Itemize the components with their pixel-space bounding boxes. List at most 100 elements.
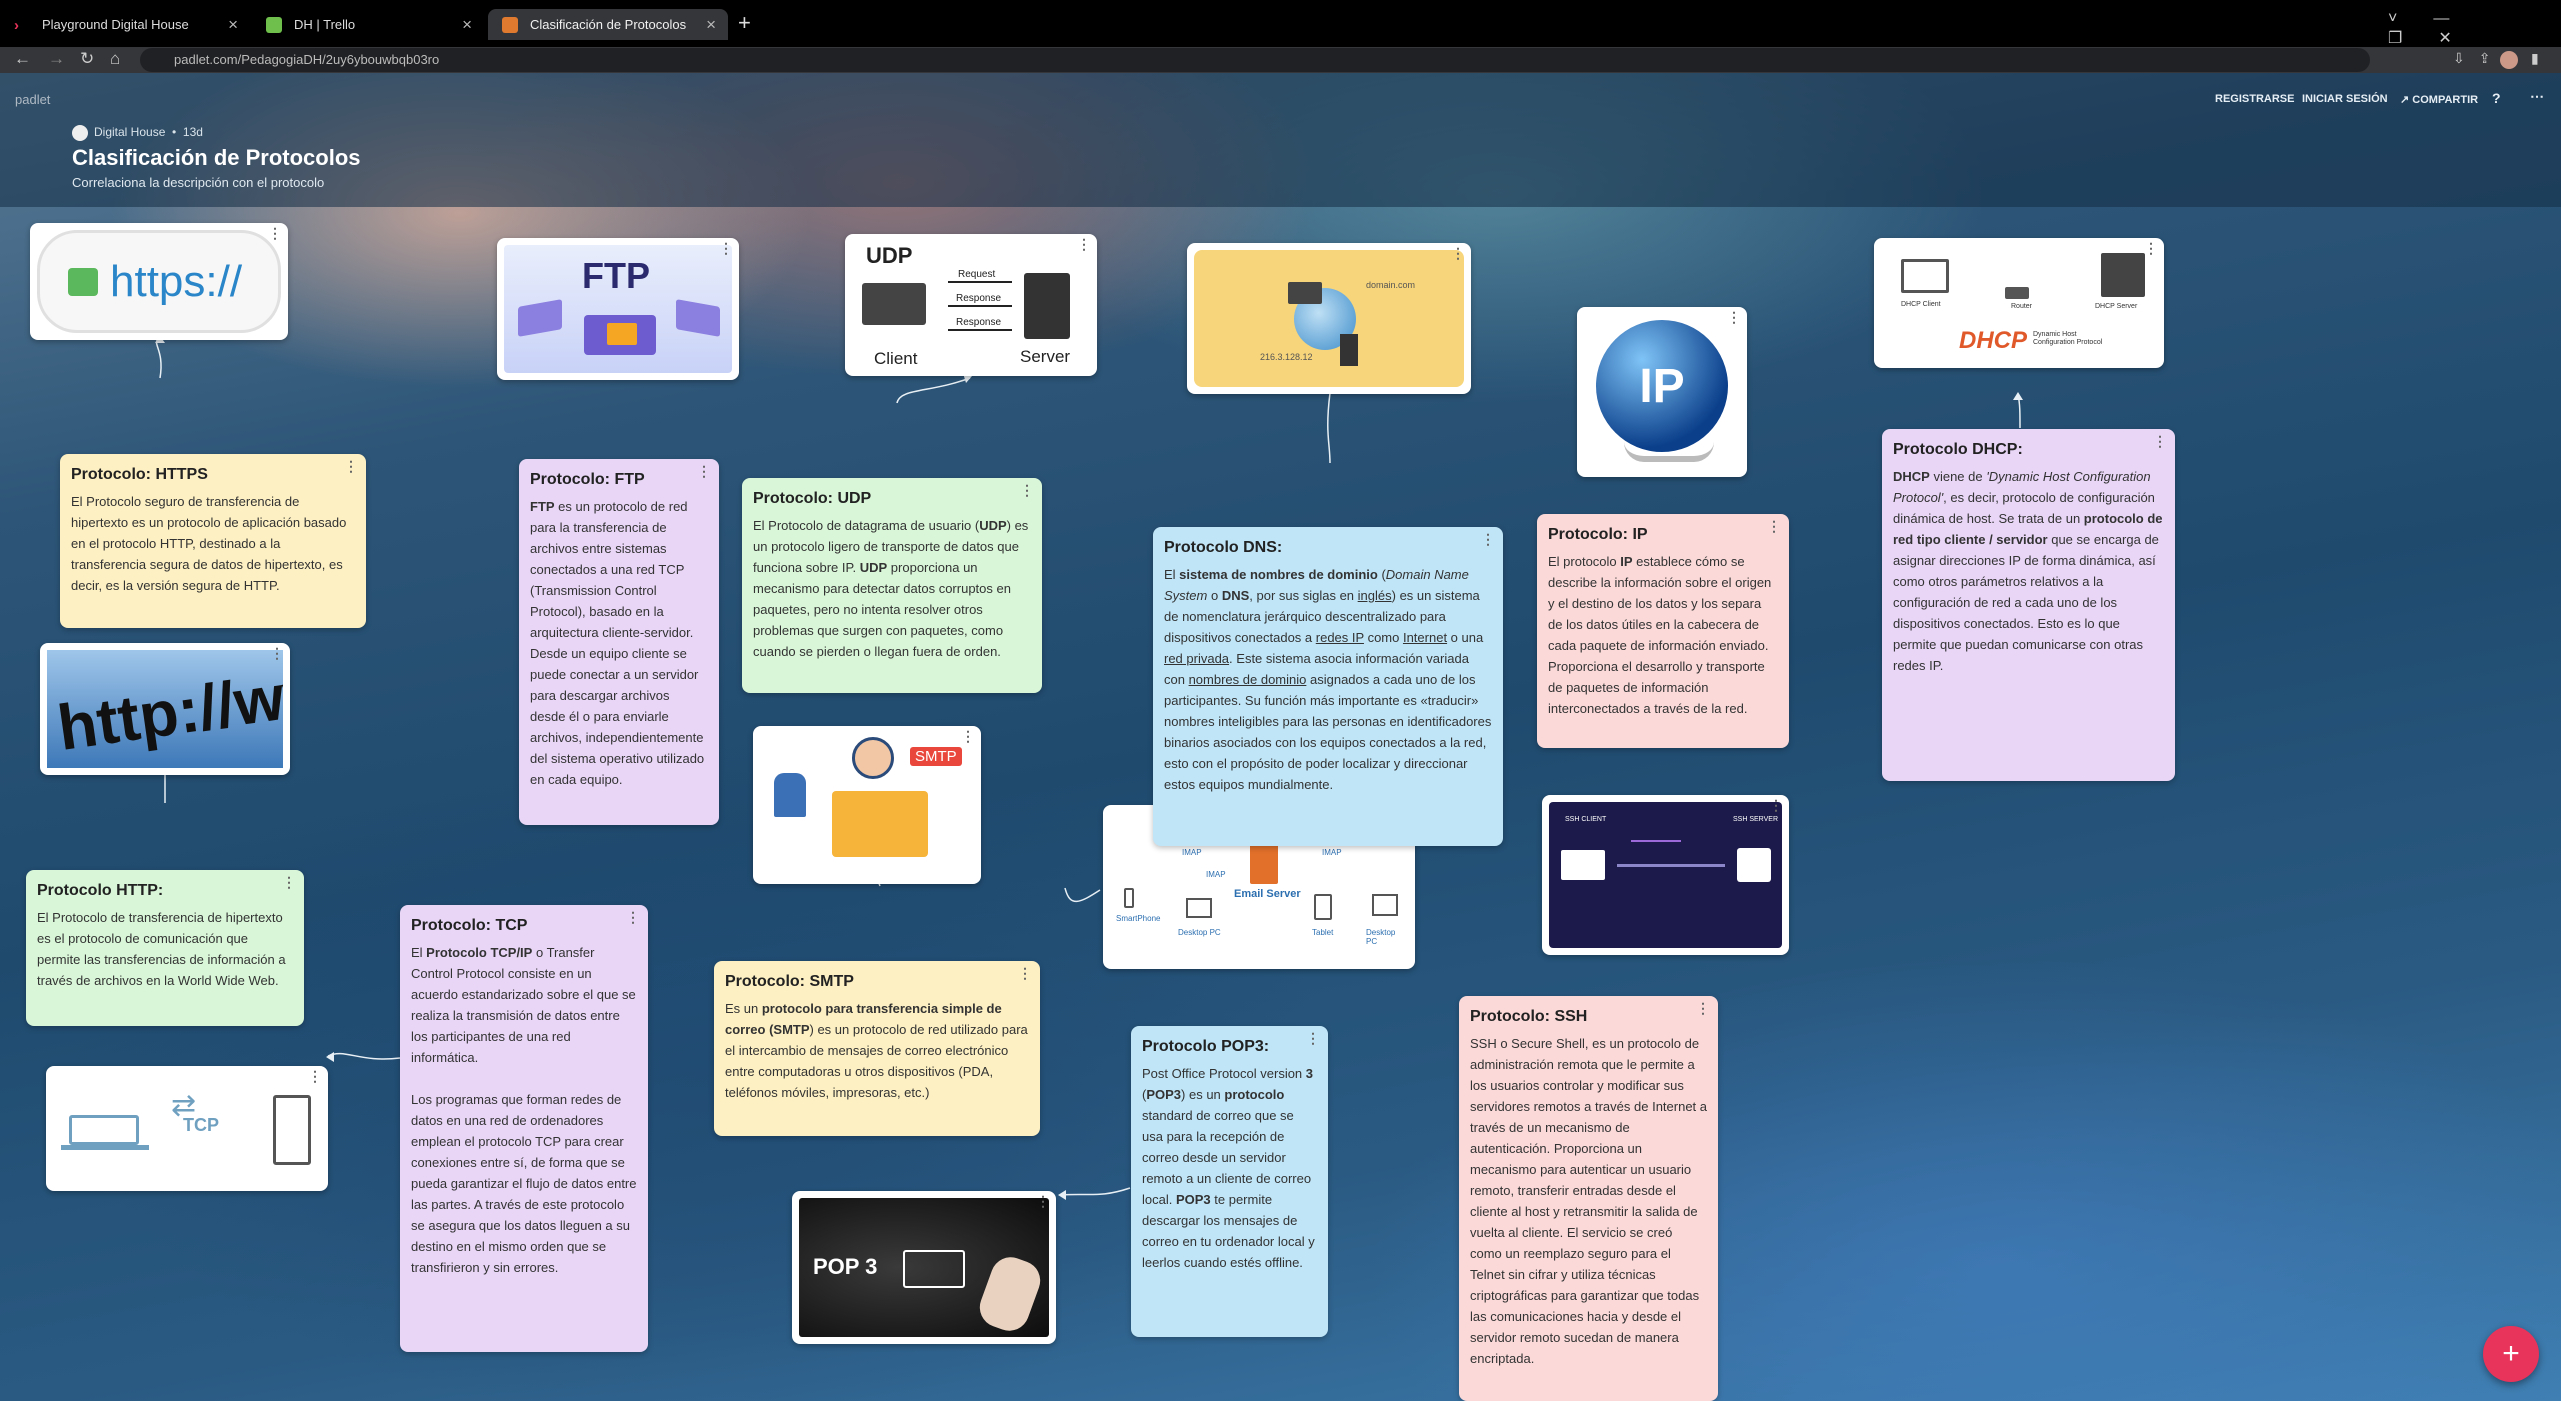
link-red-privada[interactable]: red privada: [1164, 651, 1229, 666]
dhcp-image-card[interactable]: DHCP Client Router DHCP Server DHCP Dyna…: [1874, 238, 2164, 368]
tcp-image: TCP ⇄: [53, 1073, 321, 1184]
arrow-icon: [948, 329, 1012, 331]
pop3-image: POP 3: [799, 1198, 1049, 1337]
card-menu-icon[interactable]: ⋮: [1769, 798, 1783, 812]
card-menu-icon[interactable]: ⋮: [1481, 532, 1495, 546]
card-menu-icon[interactable]: ⋮: [961, 729, 975, 743]
close-icon[interactable]: ×: [706, 15, 716, 35]
card-menu-icon[interactable]: ⋮: [268, 226, 282, 240]
card-menu-icon[interactable]: ⋮: [1018, 966, 1032, 980]
ftp-image-card[interactable]: FTP ⋮: [497, 238, 739, 380]
card-body: El Protocolo TCP/IP o Transfer Control P…: [411, 945, 637, 1275]
card-ip[interactable]: ⋮ Protocolo: IP El protocolo IP establec…: [1537, 514, 1789, 748]
dns-image: domain.com 216.3.128.12: [1194, 250, 1464, 387]
card-dhcp[interactable]: ⋮ Protocolo DHCP: DHCP viene de 'Dynamic…: [1882, 429, 2175, 781]
card-menu-icon[interactable]: ⋮: [344, 459, 358, 473]
card-body: SSH o Secure Shell, es un protocolo de a…: [1470, 1036, 1708, 1366]
connector-udp: [896, 377, 971, 404]
card-udp[interactable]: ⋮ Protocolo: UDP El Protocolo de datagra…: [742, 478, 1042, 693]
card-smtp[interactable]: ⋮ Protocolo: SMTP Es un protocolo para t…: [714, 961, 1040, 1136]
card-http[interactable]: ⋮ Protocolo HTTP: El Protocolo de transf…: [26, 870, 304, 1026]
laptop-icon: [1288, 282, 1322, 304]
ip-image-card[interactable]: IP ⋮: [1577, 307, 1747, 477]
card-menu-icon[interactable]: ⋮: [2153, 434, 2167, 448]
card-menu-icon[interactable]: ⋮: [1020, 483, 1034, 497]
tab-playground[interactable]: › Playground Digital House ×: [0, 9, 250, 40]
hand-icon: [974, 1251, 1046, 1337]
card-menu-icon[interactable]: ⋮: [308, 1069, 322, 1083]
tab-clasificacion[interactable]: Clasificación de Protocolos ×: [488, 9, 728, 40]
avatar[interactable]: [2500, 51, 2518, 69]
add-post-button[interactable]: +: [2483, 1326, 2539, 1382]
reload-icon[interactable]: ↻: [80, 49, 94, 69]
back-icon[interactable]: ←: [14, 49, 31, 69]
card-title: Protocolo: UDP: [753, 490, 872, 507]
card-menu-icon[interactable]: ⋮: [1451, 246, 1465, 260]
card-menu-icon[interactable]: ⋮: [2144, 241, 2158, 255]
card-menu-icon[interactable]: ⋮: [1306, 1031, 1320, 1045]
card-menu-icon[interactable]: ⋮: [626, 910, 640, 924]
card-menu-icon[interactable]: ⋮: [270, 646, 284, 660]
card-body: DHCP viene de 'Dynamic Host Configuratio…: [1893, 469, 2163, 673]
router-icon: [2005, 287, 2029, 299]
server-icon: [273, 1095, 311, 1165]
card-menu-icon[interactable]: ⋮: [1036, 1194, 1050, 1208]
home-icon[interactable]: ⌂: [110, 49, 120, 69]
udp-image-card[interactable]: UDP Request Response Response Client Ser…: [845, 234, 1097, 376]
card-body: El sistema de nombres de dominio (Domain…: [1164, 567, 1492, 792]
tcp-image-card[interactable]: TCP ⇄ ⋮: [46, 1066, 328, 1191]
card-title: Protocolo POP3:: [1142, 1038, 1270, 1055]
card-tcp[interactable]: ⋮ Protocolo: TCP El Protocolo TCP/IP o T…: [400, 905, 648, 1352]
connector-email: [1064, 887, 1101, 903]
card-menu-icon[interactable]: ⋮: [1767, 519, 1781, 533]
card-title: Protocolo: SSH: [1470, 1008, 1588, 1025]
new-tab-button[interactable]: +: [738, 10, 751, 36]
desktop-icon: [1372, 894, 1398, 916]
forward-icon[interactable]: →: [48, 49, 65, 69]
smtp-image-card[interactable]: SMTP ⋮: [753, 726, 981, 884]
link-redes-ip[interactable]: redes IP: [1316, 630, 1364, 645]
card-title: Protocolo: IP: [1548, 526, 1648, 543]
card-menu-icon[interactable]: ⋮: [1696, 1001, 1710, 1015]
ftp-image: FTP: [504, 245, 732, 373]
link-nombres-dominio[interactable]: nombres de dominio: [1189, 672, 1307, 687]
card-menu-icon[interactable]: ⋮: [719, 241, 733, 255]
desktop-icon: [1901, 259, 1949, 293]
http-image-card[interactable]: http://ww ⋮: [40, 643, 290, 775]
dns-image-card[interactable]: domain.com 216.3.128.12 ⋮: [1187, 243, 1471, 394]
lock-icon: [68, 267, 98, 296]
ip-image: IP: [1584, 314, 1740, 470]
window-controls[interactable]: ˅—❐✕: [2388, 10, 2561, 48]
close-icon[interactable]: ×: [462, 15, 472, 35]
close-icon[interactable]: ×: [228, 15, 238, 35]
connector-tcp: [327, 1052, 401, 1060]
card-dns[interactable]: ⋮ Protocolo DNS: El sistema de nombres d…: [1153, 527, 1503, 846]
tab-trello[interactable]: DH | Trello ×: [252, 9, 484, 40]
card-body: Es un protocolo para transferencia simpl…: [725, 1001, 1028, 1100]
pop3-image-card[interactable]: POP 3 ⋮: [792, 1191, 1056, 1344]
card-pop3[interactable]: ⋮ Protocolo POP3: Post Office Protocol v…: [1131, 1026, 1328, 1337]
https-image-card[interactable]: https:// ⋮: [30, 223, 288, 340]
card-menu-icon[interactable]: ⋮: [282, 875, 296, 889]
card-body: El Protocolo de transferencia de hiperte…: [37, 910, 286, 988]
card-body: El Protocolo seguro de transferencia de …: [71, 494, 347, 593]
server-icon: [1340, 334, 1358, 366]
https-image: https://: [37, 230, 281, 333]
connector-https: [155, 337, 162, 379]
card-ftp[interactable]: ⋮ Protocolo: FTP FTP es un protocolo de …: [519, 459, 719, 825]
ssh-image-card[interactable]: SSH CLIENT SSH SERVER ⋮: [1542, 795, 1789, 955]
laptop-icon: [862, 283, 926, 325]
card-menu-icon[interactable]: ⋮: [1727, 310, 1741, 324]
link-internet[interactable]: Internet: [1403, 630, 1447, 645]
arrows-icon: ⇄: [171, 1089, 197, 1122]
card-menu-icon[interactable]: ⋮: [1077, 237, 1091, 251]
card-ssh[interactable]: ⋮ Protocolo: SSH SSH o Secure Shell, es …: [1459, 996, 1718, 1401]
card-https[interactable]: ⋮ Protocolo: HTTPS El Protocolo seguro d…: [60, 454, 366, 628]
folder-icon: [607, 323, 637, 345]
url-input[interactable]: padlet.com/PedagogiaDH/2uy6ybouwbqb03ro: [140, 48, 2370, 72]
card-menu-icon[interactable]: ⋮: [697, 464, 711, 478]
link-ingles[interactable]: inglés: [1358, 588, 1392, 603]
trello-favicon-icon: [266, 16, 282, 33]
card-title: Protocolo: HTTPS: [71, 466, 208, 483]
mailbox-icon: [774, 773, 806, 817]
